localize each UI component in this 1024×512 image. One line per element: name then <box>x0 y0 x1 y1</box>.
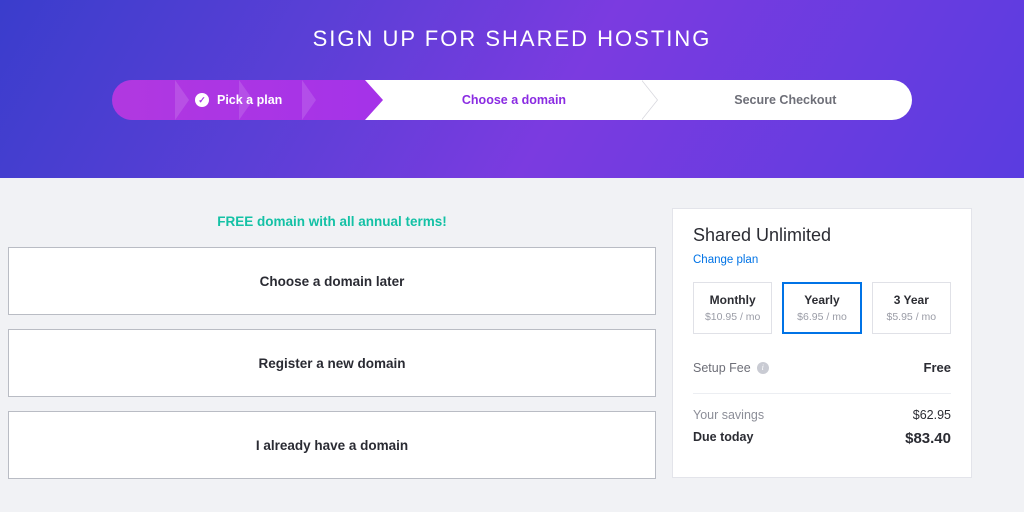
info-icon[interactable]: i <box>757 362 769 374</box>
setup-fee-row: Setup Fee i Free <box>693 360 951 394</box>
term-label: 3 Year <box>877 293 946 307</box>
step-secure-checkout[interactable]: Secure Checkout <box>641 80 912 120</box>
summary-card: Shared Unlimited Change plan Monthly $10… <box>672 208 972 478</box>
option-choose-later[interactable]: Choose a domain later <box>8 247 656 315</box>
term-yearly[interactable]: Yearly $6.95 / mo <box>782 282 861 334</box>
progress-steps: ✓ Pick a plan Choose a domain Secure Che… <box>112 80 912 120</box>
setup-fee-label: Setup Fee <box>693 361 751 375</box>
domain-options: FREE domain with all annual terms! Choos… <box>0 178 672 493</box>
term-selector: Monthly $10.95 / mo Yearly $6.95 / mo 3 … <box>693 282 951 334</box>
due-label: Due today <box>693 430 753 447</box>
setup-fee-value: Free <box>924 360 951 375</box>
change-plan-link[interactable]: Change plan <box>693 254 758 266</box>
option-label: Register a new domain <box>258 356 405 371</box>
term-label: Monthly <box>698 293 767 307</box>
term-price: $10.95 / mo <box>698 311 767 323</box>
term-label: Yearly <box>787 293 856 307</box>
promo-text: FREE domain with all annual terms! <box>8 214 656 229</box>
option-label: Choose a domain later <box>260 274 405 289</box>
due-today-row: Due today $83.40 <box>693 430 951 447</box>
option-label: I already have a domain <box>256 438 408 453</box>
content-area: FREE domain with all annual terms! Choos… <box>0 178 1024 493</box>
term-3year[interactable]: 3 Year $5.95 / mo <box>872 282 951 334</box>
step-choose-domain[interactable]: Choose a domain <box>365 80 640 120</box>
option-already-have[interactable]: I already have a domain <box>8 411 656 479</box>
due-value: $83.40 <box>905 430 951 447</box>
plan-name: Shared Unlimited <box>693 225 951 246</box>
check-icon: ✓ <box>195 93 209 107</box>
savings-value: $62.95 <box>913 408 951 422</box>
order-summary: Shared Unlimited Change plan Monthly $10… <box>672 178 992 493</box>
term-monthly[interactable]: Monthly $10.95 / mo <box>693 282 772 334</box>
savings-row: Your savings $62.95 <box>693 408 951 422</box>
page-title: SIGN UP FOR SHARED HOSTING <box>0 26 1024 52</box>
step-label: Choose a domain <box>462 93 566 107</box>
hero-banner: SIGN UP FOR SHARED HOSTING ✓ Pick a plan… <box>0 0 1024 178</box>
step-label: Secure Checkout <box>734 93 836 107</box>
term-price: $6.95 / mo <box>787 311 856 323</box>
step-pick-plan[interactable]: ✓ Pick a plan <box>112 80 365 120</box>
option-register-new[interactable]: Register a new domain <box>8 329 656 397</box>
savings-label: Your savings <box>693 408 764 422</box>
term-price: $5.95 / mo <box>877 311 946 323</box>
